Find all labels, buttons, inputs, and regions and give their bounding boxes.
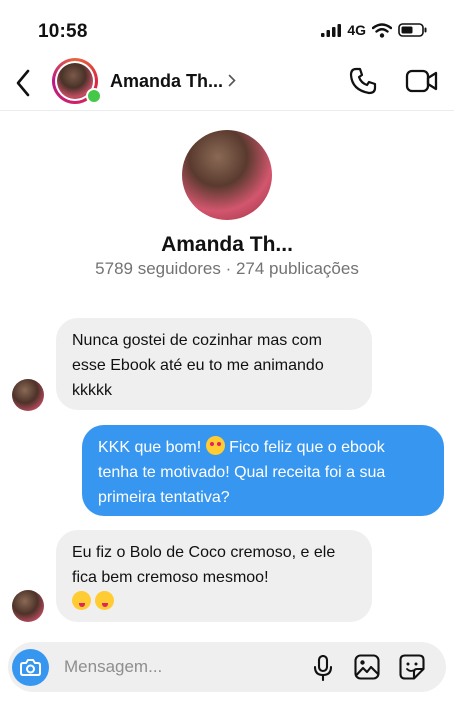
message-text: Nunca gostei de cozinhar mas com esse Eb… [72, 332, 324, 399]
chevron-right-icon[interactable] [228, 74, 236, 87]
message-input[interactable]: Mensagem... [64, 657, 162, 677]
message-bubble[interactable]: Eu fiz o Bolo de Coco cremoso, e ele fic… [56, 530, 372, 622]
phone-icon[interactable] [348, 66, 378, 96]
message-bubble[interactable]: KKK que bom! Fico feliz que o ebook tenh… [82, 425, 444, 516]
profile-stats: 5789 seguidores · 274 publicações [95, 259, 359, 278]
network-type: 4G [347, 22, 366, 38]
sticker-icon[interactable] [399, 654, 425, 680]
yum-emoji-icon [72, 591, 91, 610]
microphone-icon[interactable] [312, 655, 334, 681]
message-text: KKK que bom! [98, 439, 206, 456]
image-icon[interactable] [354, 654, 380, 680]
chevron-left-icon[interactable] [14, 68, 32, 98]
status-time: 10:58 [38, 21, 88, 42]
wifi-icon [372, 22, 392, 38]
camera-icon [20, 659, 41, 676]
yum-emoji-icon [95, 591, 115, 610]
profile-name: Amanda Th... [161, 233, 293, 256]
profile-avatar[interactable] [182, 130, 272, 220]
online-status-dot [86, 88, 102, 104]
message-bubble[interactable]: Nunca gostei de cozinhar mas com esse Eb… [56, 318, 372, 410]
status-bar: 10:58 4G [0, 0, 454, 56]
smiling-hearts-emoji-icon [205, 436, 225, 455]
message-text: Eu fiz o Bolo de Coco cremoso, e ele fic… [72, 544, 336, 586]
signal-icon [321, 23, 342, 37]
sender-avatar[interactable] [12, 379, 44, 411]
sender-avatar[interactable] [12, 590, 44, 622]
camera-button[interactable] [12, 649, 49, 686]
header-username[interactable]: Amanda Th... [110, 71, 223, 92]
status-indicators: 4G [321, 22, 428, 38]
chat-header: Amanda Th... [0, 56, 454, 111]
message-composer: Mensagem... [8, 642, 446, 692]
battery-icon [398, 23, 427, 37]
video-camera-icon[interactable] [405, 66, 439, 96]
